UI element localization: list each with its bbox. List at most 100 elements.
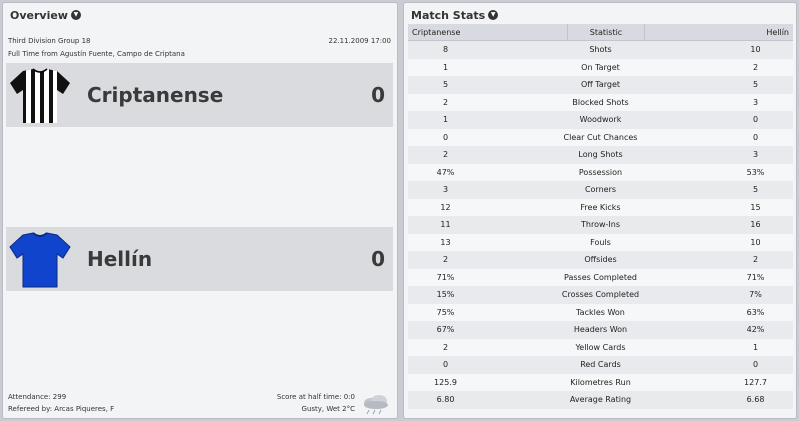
stat-label: Throw-Ins (581, 220, 620, 230)
rain-cloud-icon (364, 395, 388, 415)
away-value: 0 (752, 360, 759, 370)
home-value: 6.80 (436, 395, 455, 405)
home-value: 1 (442, 115, 449, 125)
stats-rows: 8 Shots 10 1 On Target 2 5 Off Target 5 2 Blocked … (408, 41, 793, 409)
away-shirt-icon (9, 232, 71, 288)
away-value: 16 (750, 220, 761, 230)
stat-label: Average Rating (569, 395, 632, 405)
stat-label: Free Kicks (580, 202, 621, 212)
home-value: 2 (442, 150, 449, 160)
stat-label: Shots (589, 45, 612, 55)
home-value: 13 (440, 237, 451, 247)
home-team-name[interactable]: Criptanense (87, 83, 223, 107)
home-value: 3 (442, 185, 449, 195)
home-value: 8 (442, 45, 449, 55)
table-row: 67% Headers Won 42% (408, 321, 793, 339)
stat-label: Passes Completed (564, 272, 637, 282)
away-value: 1 (752, 342, 759, 352)
away-value: 15 (750, 202, 761, 212)
away-value: 3 (752, 97, 759, 107)
table-row: 15% Crosses Completed 7% (408, 286, 793, 304)
stat-label: Kilometres Run (570, 377, 631, 387)
stat-label: Red Cards (580, 360, 621, 370)
table-row: 125.9 Kilometres Run 127.7 (408, 373, 793, 391)
table-row: 2 Offsides 2 (408, 251, 793, 269)
venue-line: Full Time from Agustín Fuente, Campo de … (8, 50, 185, 58)
stat-label: Woodwork (579, 115, 622, 125)
match-datetime: 22.11.2009 17:00 (328, 37, 391, 45)
away-team-name[interactable]: Hellín (87, 247, 152, 271)
overview-panel: Overview ▼ Third Division Group 18 22.11… (2, 2, 398, 419)
home-value: 75% (436, 307, 455, 317)
stats-table-header: Criptanense Statistic Hellín (408, 24, 793, 41)
stat-label: Crosses Completed (561, 290, 640, 300)
overview-header[interactable]: Overview ▼ (10, 7, 81, 23)
away-value: 10 (750, 45, 761, 55)
stat-label: Clear Cut Chances (563, 132, 638, 142)
stat-label: Off Target (580, 80, 621, 90)
away-value: 7% (749, 290, 762, 300)
away-value: 53% (746, 167, 765, 177)
table-row: 8 Shots 10 (408, 41, 793, 59)
home-value: 0 (442, 360, 449, 370)
away-value: 71% (746, 272, 765, 282)
home-value: 15% (436, 290, 455, 300)
chevron-down-icon[interactable]: ▼ (488, 10, 499, 20)
stat-label: Long Shots (578, 150, 623, 160)
stats-table: Criptanense Statistic Hellín 8 Shots 10 1 On… (408, 24, 793, 409)
away-team-band: Hellín 0 (6, 227, 393, 291)
home-value: 0 (442, 132, 449, 142)
table-row: 0 Red Cards 0 (408, 356, 793, 374)
column-header-home[interactable]: Criptanense (408, 24, 568, 40)
stat-label: Offsides (584, 255, 617, 265)
table-row: 1 Woodwork 0 (408, 111, 793, 129)
home-team-band: Criptanense 0 (6, 63, 393, 127)
home-team-score: 0 (371, 83, 385, 107)
table-row: 12 Free Kicks 15 (408, 198, 793, 216)
home-value: 2 (442, 342, 449, 352)
competition-label: Third Division Group 18 (8, 37, 91, 45)
away-value: 5 (752, 80, 759, 90)
match-stats-header[interactable]: Match Stats ▼ (411, 7, 499, 23)
away-value: 5 (752, 185, 759, 195)
away-value: 2 (752, 62, 759, 72)
overview-title: Overview (10, 8, 68, 22)
stat-label: Yellow Cards (575, 342, 626, 352)
home-value: 2 (442, 97, 449, 107)
away-value: 0 (752, 115, 759, 125)
table-row: 6.80 Average Rating 6.68 (408, 391, 793, 409)
away-team-score: 0 (371, 247, 385, 271)
away-value: 10 (750, 237, 761, 247)
home-value: 2 (442, 255, 449, 265)
match-stats-panel: Match Stats ▼ Criptanense Statistic Hell… (403, 2, 797, 419)
home-value: 12 (440, 202, 451, 212)
table-row: 11 Throw-Ins 16 (408, 216, 793, 234)
away-value: 2 (752, 255, 759, 265)
chevron-down-icon[interactable]: ▼ (70, 10, 81, 20)
referee-label: Refereed by: Arcas Piqueres, F (8, 405, 115, 413)
stat-label: On Target (581, 62, 620, 72)
table-row: 1 On Target 2 (408, 58, 793, 76)
away-value: 63% (746, 307, 765, 317)
table-row: 0 Clear Cut Chances 0 (408, 128, 793, 146)
column-header-away[interactable]: Hellín (645, 28, 793, 37)
table-row: 2 Long Shots 3 (408, 146, 793, 164)
stat-label: Blocked Shots (572, 97, 629, 107)
table-row: 47% Possession 53% (408, 163, 793, 181)
home-value: 47% (436, 167, 455, 177)
table-row: 2 Blocked Shots 3 (408, 93, 793, 111)
stat-label: Corners (584, 185, 617, 195)
table-row: 71% Passes Completed 71% (408, 268, 793, 286)
away-value: 42% (746, 325, 765, 335)
away-value: 127.7 (744, 377, 767, 387)
column-header-statistic[interactable]: Statistic (568, 24, 645, 40)
home-value: 67% (436, 325, 455, 335)
table-row: 3 Corners 5 (408, 181, 793, 199)
table-row: 5 Off Target 5 (408, 76, 793, 94)
home-value: 11 (440, 220, 451, 230)
stat-label: Possession (578, 167, 623, 177)
halftime-score: Score at half time: 0:0 (276, 393, 355, 401)
table-row: 2 Yellow Cards 1 (408, 338, 793, 356)
table-row: 75% Tackles Won 63% (408, 303, 793, 321)
away-value: 3 (752, 150, 759, 160)
